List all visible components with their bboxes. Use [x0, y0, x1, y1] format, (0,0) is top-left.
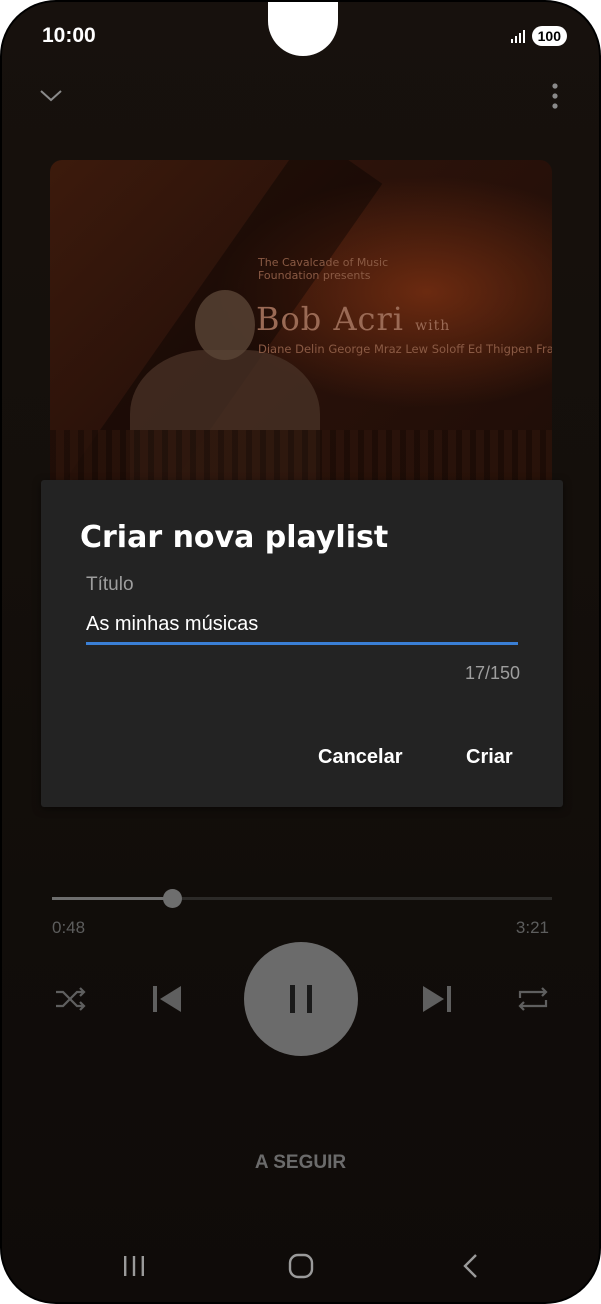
total-duration: 3:21 [515, 918, 549, 937]
album-art-artist-with: with [415, 318, 451, 334]
phone-frame: 10:00 100 The Cavalcade of Music Foundat… [0, 0, 601, 1304]
repeat-button[interactable] [514, 980, 552, 1018]
repeat-icon [518, 987, 548, 1011]
recents-icon[interactable] [120, 1252, 148, 1280]
elapsed-time: 0:48 [52, 918, 86, 937]
create-playlist-dialog: Criar nova playlist Título 17/150 Cancel… [41, 480, 563, 807]
character-counter: 17/150 [464, 663, 520, 683]
signal-icon [510, 30, 525, 43]
chevron-down-icon[interactable] [38, 86, 64, 104]
status-icons: 100 [510, 26, 567, 46]
seek-bar-progress [52, 897, 172, 900]
create-button[interactable]: Criar [466, 746, 513, 769]
playlist-title-input[interactable] [86, 606, 518, 645]
shuffle-button[interactable] [52, 980, 90, 1018]
seek-bar-thumb[interactable] [162, 889, 182, 908]
battery-indicator: 100 [531, 26, 567, 46]
back-icon[interactable] [458, 1252, 486, 1280]
album-art-artist-text: Bob Acri with [256, 300, 450, 338]
skip-previous-icon [153, 986, 181, 1012]
seek-bar[interactable] [52, 889, 552, 908]
album-art-figure-head [195, 290, 255, 360]
shuffle-icon [56, 987, 86, 1011]
dialog-title: Criar nova playlist [80, 520, 389, 555]
album-art: The Cavalcade of Music Foundation presen… [50, 160, 552, 490]
skip-next-icon [423, 986, 451, 1012]
cancel-button[interactable]: Cancelar [318, 746, 403, 769]
album-art-names-text: Diane Delin George Mraz Lew Soloff Ed Th… [258, 342, 552, 356]
camera-notch [268, 2, 338, 56]
home-icon[interactable] [287, 1252, 315, 1280]
album-art-artist-name: Bob Acri [256, 300, 404, 338]
more-vertical-icon[interactable] [551, 82, 559, 110]
pause-icon [290, 985, 312, 1013]
previous-button[interactable] [148, 980, 186, 1018]
title-field-label: Título [86, 574, 134, 595]
up-next-tab[interactable]: A SEGUIR [2, 1152, 599, 1174]
album-art-presenter-text: The Cavalcade of Music Foundation presen… [258, 256, 389, 282]
player-screen: 10:00 100 The Cavalcade of Music Foundat… [2, 2, 599, 1302]
status-time: 10:00 [42, 24, 96, 47]
play-pause-button[interactable] [244, 942, 358, 1056]
next-button[interactable] [418, 980, 456, 1018]
